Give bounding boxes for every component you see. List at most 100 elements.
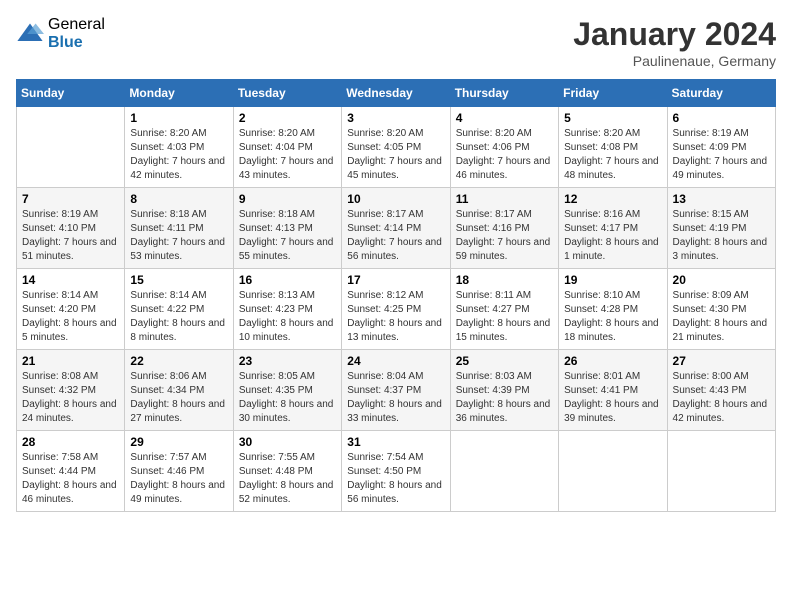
calendar-cell: 30 Sunrise: 7:55 AMSunset: 4:48 PMDaylig…: [233, 431, 341, 512]
day-info: Sunrise: 8:03 AMSunset: 4:39 PMDaylight:…: [456, 370, 553, 426]
day-number: 26: [564, 354, 661, 368]
calendar-cell: 5 Sunrise: 8:20 AMSunset: 4:08 PMDayligh…: [559, 107, 667, 188]
calendar-cell: 16 Sunrise: 8:13 AMSunset: 4:23 PMDaylig…: [233, 269, 341, 350]
day-number: 14: [22, 273, 119, 287]
day-info: Sunrise: 8:20 AMSunset: 4:08 PMDaylight:…: [564, 127, 661, 183]
calendar-cell: 1 Sunrise: 8:20 AMSunset: 4:03 PMDayligh…: [125, 107, 233, 188]
day-info: Sunrise: 7:58 AMSunset: 4:44 PMDaylight:…: [22, 451, 119, 507]
day-number: 19: [564, 273, 661, 287]
calendar-cell: 13 Sunrise: 8:15 AMSunset: 4:19 PMDaylig…: [667, 188, 775, 269]
day-info: Sunrise: 8:18 AMSunset: 4:13 PMDaylight:…: [239, 208, 336, 264]
header-wednesday: Wednesday: [342, 80, 450, 107]
days-header-row: Sunday Monday Tuesday Wednesday Thursday…: [17, 80, 776, 107]
calendar-cell: 7 Sunrise: 8:19 AMSunset: 4:10 PMDayligh…: [17, 188, 125, 269]
day-info: Sunrise: 7:57 AMSunset: 4:46 PMDaylight:…: [130, 451, 227, 507]
day-number: 17: [347, 273, 444, 287]
calendar-cell: [559, 431, 667, 512]
calendar-cell: 10 Sunrise: 8:17 AMSunset: 4:14 PMDaylig…: [342, 188, 450, 269]
day-number: 12: [564, 192, 661, 206]
calendar-week-3: 21 Sunrise: 8:08 AMSunset: 4:32 PMDaylig…: [17, 350, 776, 431]
day-info: Sunrise: 8:19 AMSunset: 4:10 PMDaylight:…: [22, 208, 119, 264]
calendar-cell: [667, 431, 775, 512]
calendar-cell: 18 Sunrise: 8:11 AMSunset: 4:27 PMDaylig…: [450, 269, 558, 350]
day-info: Sunrise: 8:16 AMSunset: 4:17 PMDaylight:…: [564, 208, 661, 264]
day-number: 30: [239, 435, 336, 449]
day-number: 3: [347, 111, 444, 125]
day-number: 10: [347, 192, 444, 206]
day-number: 22: [130, 354, 227, 368]
calendar-cell: 26 Sunrise: 8:01 AMSunset: 4:41 PMDaylig…: [559, 350, 667, 431]
day-number: 20: [673, 273, 770, 287]
day-info: Sunrise: 8:20 AMSunset: 4:05 PMDaylight:…: [347, 127, 444, 183]
calendar-cell: 15 Sunrise: 8:14 AMSunset: 4:22 PMDaylig…: [125, 269, 233, 350]
day-info: Sunrise: 8:20 AMSunset: 4:04 PMDaylight:…: [239, 127, 336, 183]
calendar-cell: 21 Sunrise: 8:08 AMSunset: 4:32 PMDaylig…: [17, 350, 125, 431]
day-number: 8: [130, 192, 227, 206]
day-number: 9: [239, 192, 336, 206]
day-info: Sunrise: 8:15 AMSunset: 4:19 PMDaylight:…: [673, 208, 770, 264]
calendar-week-0: 1 Sunrise: 8:20 AMSunset: 4:03 PMDayligh…: [17, 107, 776, 188]
day-number: 7: [22, 192, 119, 206]
calendar-cell: 19 Sunrise: 8:10 AMSunset: 4:28 PMDaylig…: [559, 269, 667, 350]
calendar-week-1: 7 Sunrise: 8:19 AMSunset: 4:10 PMDayligh…: [17, 188, 776, 269]
calendar-cell: 31 Sunrise: 7:54 AMSunset: 4:50 PMDaylig…: [342, 431, 450, 512]
day-number: 24: [347, 354, 444, 368]
calendar-cell: 6 Sunrise: 8:19 AMSunset: 4:09 PMDayligh…: [667, 107, 775, 188]
calendar-week-2: 14 Sunrise: 8:14 AMSunset: 4:20 PMDaylig…: [17, 269, 776, 350]
calendar-cell: 25 Sunrise: 8:03 AMSunset: 4:39 PMDaylig…: [450, 350, 558, 431]
day-info: Sunrise: 8:20 AMSunset: 4:06 PMDaylight:…: [456, 127, 553, 183]
header-sunday: Sunday: [17, 80, 125, 107]
day-info: Sunrise: 8:01 AMSunset: 4:41 PMDaylight:…: [564, 370, 661, 426]
header-thursday: Thursday: [450, 80, 558, 107]
day-number: 11: [456, 192, 553, 206]
calendar-cell: 8 Sunrise: 8:18 AMSunset: 4:11 PMDayligh…: [125, 188, 233, 269]
calendar-cell: 12 Sunrise: 8:16 AMSunset: 4:17 PMDaylig…: [559, 188, 667, 269]
calendar-cell: 17 Sunrise: 8:12 AMSunset: 4:25 PMDaylig…: [342, 269, 450, 350]
day-number: 1: [130, 111, 227, 125]
calendar-cell: 28 Sunrise: 7:58 AMSunset: 4:44 PMDaylig…: [17, 431, 125, 512]
day-info: Sunrise: 8:09 AMSunset: 4:30 PMDaylight:…: [673, 289, 770, 345]
calendar-cell: 2 Sunrise: 8:20 AMSunset: 4:04 PMDayligh…: [233, 107, 341, 188]
location-title: Paulinenaue, Germany: [573, 53, 776, 69]
calendar-week-4: 28 Sunrise: 7:58 AMSunset: 4:44 PMDaylig…: [17, 431, 776, 512]
day-info: Sunrise: 8:08 AMSunset: 4:32 PMDaylight:…: [22, 370, 119, 426]
day-info: Sunrise: 8:20 AMSunset: 4:03 PMDaylight:…: [130, 127, 227, 183]
title-area: January 2024 Paulinenaue, Germany: [573, 16, 776, 69]
calendar-cell: [450, 431, 558, 512]
day-number: 21: [22, 354, 119, 368]
logo-text: General Blue: [48, 16, 105, 51]
calendar-cell: 4 Sunrise: 8:20 AMSunset: 4:06 PMDayligh…: [450, 107, 558, 188]
calendar-cell: 3 Sunrise: 8:20 AMSunset: 4:05 PMDayligh…: [342, 107, 450, 188]
day-number: 25: [456, 354, 553, 368]
calendar-cell: 24 Sunrise: 8:04 AMSunset: 4:37 PMDaylig…: [342, 350, 450, 431]
day-number: 15: [130, 273, 227, 287]
day-info: Sunrise: 8:10 AMSunset: 4:28 PMDaylight:…: [564, 289, 661, 345]
day-info: Sunrise: 8:14 AMSunset: 4:22 PMDaylight:…: [130, 289, 227, 345]
day-number: 27: [673, 354, 770, 368]
calendar-cell: 14 Sunrise: 8:14 AMSunset: 4:20 PMDaylig…: [17, 269, 125, 350]
day-number: 16: [239, 273, 336, 287]
day-info: Sunrise: 8:04 AMSunset: 4:37 PMDaylight:…: [347, 370, 444, 426]
calendar-cell: 23 Sunrise: 8:05 AMSunset: 4:35 PMDaylig…: [233, 350, 341, 431]
day-info: Sunrise: 7:55 AMSunset: 4:48 PMDaylight:…: [239, 451, 336, 507]
logo-general: General: [48, 16, 105, 34]
day-info: Sunrise: 8:00 AMSunset: 4:43 PMDaylight:…: [673, 370, 770, 426]
day-number: 4: [456, 111, 553, 125]
day-number: 28: [22, 435, 119, 449]
logo: General Blue: [16, 16, 105, 51]
header-tuesday: Tuesday: [233, 80, 341, 107]
day-number: 5: [564, 111, 661, 125]
header: General Blue January 2024 Paulinenaue, G…: [16, 16, 776, 69]
day-number: 31: [347, 435, 444, 449]
logo-icon: [16, 20, 44, 48]
day-info: Sunrise: 8:05 AMSunset: 4:35 PMDaylight:…: [239, 370, 336, 426]
month-title: January 2024: [573, 16, 776, 53]
calendar-cell: 9 Sunrise: 8:18 AMSunset: 4:13 PMDayligh…: [233, 188, 341, 269]
day-info: Sunrise: 8:06 AMSunset: 4:34 PMDaylight:…: [130, 370, 227, 426]
header-friday: Friday: [559, 80, 667, 107]
day-info: Sunrise: 8:18 AMSunset: 4:11 PMDaylight:…: [130, 208, 227, 264]
day-number: 18: [456, 273, 553, 287]
day-info: Sunrise: 8:12 AMSunset: 4:25 PMDaylight:…: [347, 289, 444, 345]
day-number: 29: [130, 435, 227, 449]
day-number: 2: [239, 111, 336, 125]
